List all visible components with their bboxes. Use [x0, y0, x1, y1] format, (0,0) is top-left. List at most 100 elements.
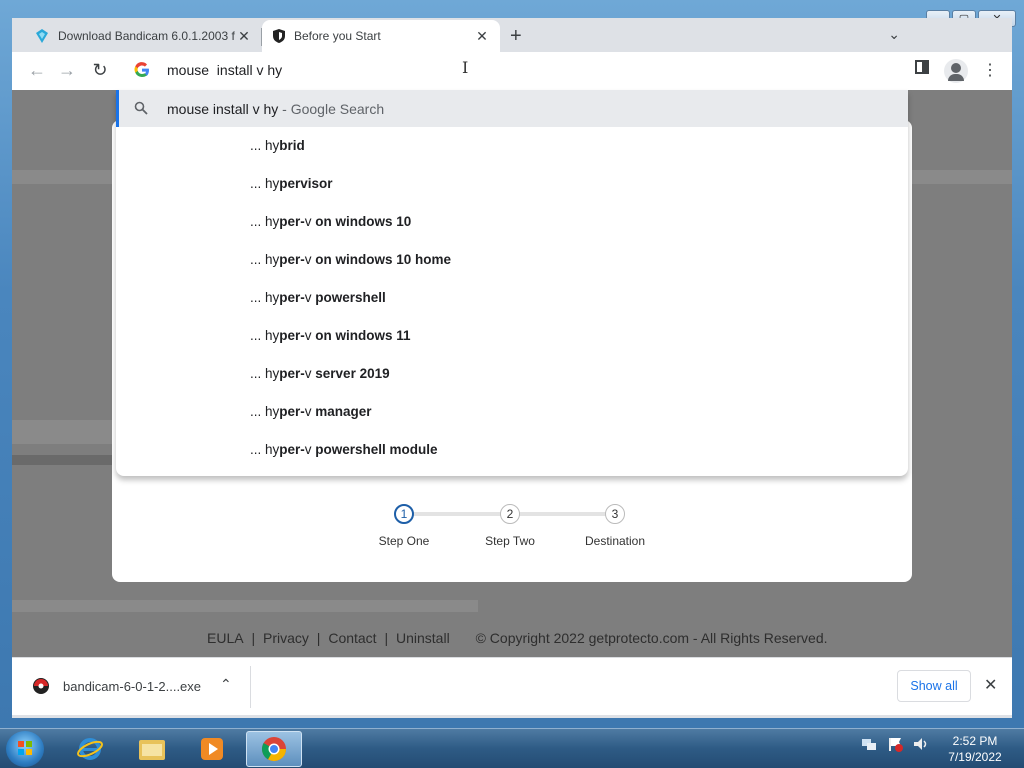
search-icon — [134, 101, 148, 115]
suggestion-bold: pervisor — [279, 176, 333, 191]
chrome-window: Download Bandicam 6.0.1.2003 f ✕ Before … — [12, 18, 1012, 718]
uninstall-link[interactable]: Uninstall — [396, 630, 450, 646]
start-button[interactable] — [6, 731, 44, 767]
suggestion-prefix: ... hy — [250, 328, 280, 343]
footer-links: EULA | Privacy | Contact | Uninstall © C… — [207, 630, 832, 646]
suggestion-bold: per- — [279, 252, 305, 267]
media-player-icon — [201, 738, 223, 760]
suggestion-bold: per- — [279, 404, 305, 419]
close-shelf-icon[interactable]: ✕ — [984, 675, 997, 695]
bandicam-favicon-icon — [36, 29, 48, 43]
internet-explorer-icon — [77, 738, 103, 760]
step-connector — [405, 512, 511, 516]
taskbar-media-player[interactable] — [184, 731, 240, 767]
suggestion-google-search[interactable]: mouse install v hy - Google Search — [116, 90, 908, 127]
suggestion-item[interactable]: ... hyper-v server 2019 — [250, 366, 390, 381]
suggestion-item[interactable]: ... hyper-v on windows 11 — [250, 328, 411, 343]
google-g-icon — [134, 62, 149, 78]
omnibox[interactable]: mouse install v hy I — [116, 52, 908, 90]
network-icon[interactable] — [860, 735, 878, 753]
suggestion-plain: v — [304, 252, 312, 267]
suggestion-rest: powershell module — [311, 442, 438, 457]
suggestion-item[interactable]: ... hyper-v on windows 10 — [250, 214, 411, 229]
taskbar: 2:52 PM 7/19/2022 — [0, 728, 1024, 768]
folder-icon — [139, 740, 165, 760]
shield-favicon-icon — [273, 29, 285, 43]
suggestion-prefix: ... hy — [250, 442, 280, 457]
suggestion-rest: on windows 10 home — [311, 252, 452, 267]
taskbar-ie[interactable] — [62, 731, 118, 767]
windows-logo-icon — [18, 741, 32, 755]
step-two-label: Step Two — [485, 534, 535, 548]
suggestion-plain: v — [304, 366, 312, 381]
suggestion-bold: per- — [279, 366, 305, 381]
menu-kebab-icon[interactable]: ⋮ — [982, 60, 998, 80]
new-tab-button[interactable]: + — [510, 25, 522, 48]
privacy-link[interactable]: Privacy — [263, 630, 309, 646]
suggestion-plain: v — [304, 290, 312, 305]
suggestion-item[interactable]: ... hypervisor — [250, 176, 333, 191]
tab-title: Before you Start — [294, 29, 381, 43]
chevron-up-icon[interactable]: ⌃ — [220, 676, 232, 693]
step-one-indicator[interactable]: 1 — [394, 504, 414, 524]
suggestion-item[interactable]: ... hyper-v powershell — [250, 290, 386, 305]
eula-link[interactable]: EULA — [207, 630, 244, 646]
ghost-bar — [12, 600, 478, 612]
omnibox-input[interactable]: mouse install v hy — [167, 62, 282, 78]
suggestion-rest: on windows 10 — [311, 214, 412, 229]
taskbar-chrome[interactable] — [246, 731, 302, 767]
reload-icon[interactable]: ↻ — [89, 60, 111, 81]
taskbar-explorer[interactable] — [124, 731, 180, 767]
suggestion-prefix: ... hy — [250, 138, 280, 153]
suggestion-rest: powershell — [311, 290, 386, 305]
suggestion-item[interactable]: ... hyper-v on windows 10 home — [250, 252, 451, 267]
footer-separator: | — [316, 630, 321, 646]
suggestion-prefix: ... hy — [250, 404, 280, 419]
side-panel-icon[interactable] — [915, 60, 929, 79]
ghost-bar — [12, 455, 112, 465]
suggestion-bold: brid — [279, 138, 305, 153]
step-three-label: Destination — [584, 534, 646, 548]
suggestion-prefix: ... hy — [250, 176, 280, 191]
suggestion-plain: v — [304, 214, 312, 229]
volume-icon[interactable] — [912, 735, 930, 753]
divider — [250, 666, 251, 708]
step-three-indicator[interactable]: 3 — [605, 504, 625, 524]
suggestion-plain: v — [304, 404, 312, 419]
tab-bandicam[interactable]: Download Bandicam 6.0.1.2003 f ✕ — [24, 20, 262, 52]
suggestion-item[interactable]: ... hybrid — [250, 138, 305, 153]
suggestion-prefix: ... hy — [250, 252, 280, 267]
step-two-indicator[interactable]: 2 — [500, 504, 520, 524]
suggestion-prefix: ... hy — [250, 214, 280, 229]
suggestion-rest: server 2019 — [311, 366, 390, 381]
tab-search-chevron-icon[interactable]: ⌄ — [888, 26, 900, 43]
contact-link[interactable]: Contact — [328, 630, 376, 646]
bandicam-file-icon — [33, 678, 49, 694]
tab-close-icon[interactable]: ✕ — [474, 28, 490, 45]
clock-date: 7/19/2022 — [948, 750, 1002, 764]
profile-avatar-icon[interactable] — [944, 59, 968, 83]
footer-separator: | — [251, 630, 256, 646]
tab-before-you-start[interactable]: Before you Start ✕ — [262, 20, 500, 52]
step-progress: 1 2 3 Step One Step Two Destination — [367, 498, 667, 558]
suggestion-item[interactable]: ... hyper-v manager — [250, 404, 372, 419]
action-center-flag-icon[interactable] — [886, 735, 904, 753]
tab-title: Download Bandicam 6.0.1.2003 f — [58, 29, 235, 43]
clock-time: 2:52 PM — [952, 734, 998, 748]
suggestion-bold: per- — [279, 290, 305, 305]
step-connector — [511, 512, 615, 516]
show-all-button[interactable]: Show all — [897, 670, 971, 702]
download-filename[interactable]: bandicam-6-0-1-2....exe — [63, 679, 201, 694]
clock[interactable]: 2:52 PM 7/19/2022 — [930, 733, 1020, 765]
tab-close-icon[interactable]: ✕ — [236, 28, 252, 45]
chrome-icon — [261, 737, 286, 762]
copyright-text: © Copyright 2022 getprotecto.com - All R… — [475, 630, 828, 646]
suggestion-bold: per- — [279, 328, 305, 343]
suggestion-prefix: ... hy — [250, 290, 280, 305]
suggestion-bold: per- — [279, 214, 305, 229]
suggestion-item[interactable]: ... hyper-v powershell module — [250, 442, 438, 457]
omnibox-suggestions: mouse install v hy - Google Search ... h… — [116, 90, 908, 476]
forward-arrow-icon[interactable]: → — [56, 60, 78, 81]
tab-strip: Download Bandicam 6.0.1.2003 f ✕ Before … — [12, 18, 1012, 52]
back-arrow-icon[interactable]: ← — [26, 60, 48, 81]
